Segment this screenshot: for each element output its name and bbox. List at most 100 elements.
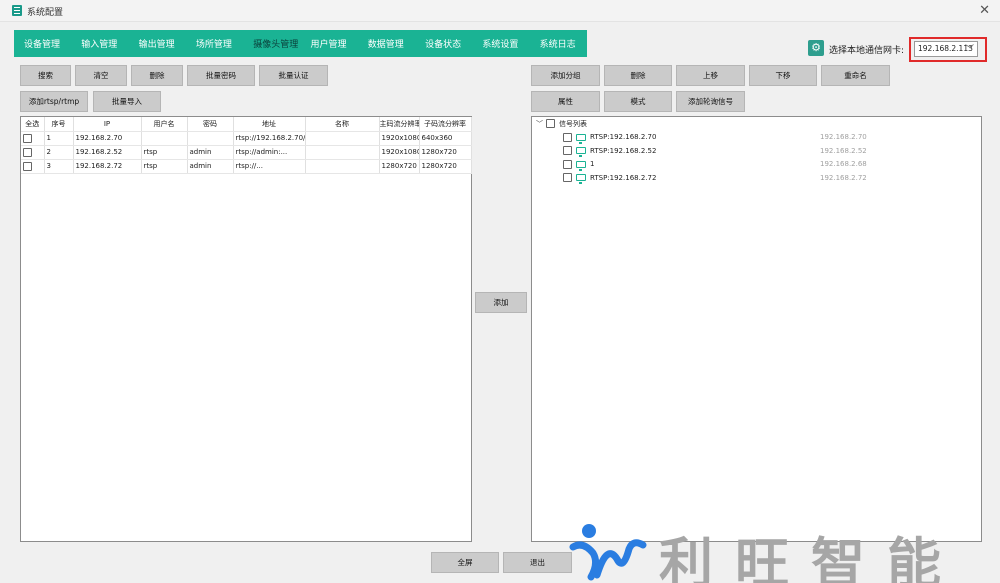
- tree-root-label: 信号列表: [559, 119, 587, 128]
- clear-button[interactable]: 清空: [75, 65, 127, 86]
- tree-item[interactable]: 1 192.168.2.68: [536, 158, 867, 172]
- row-checkbox[interactable]: [23, 161, 32, 171]
- cell-user: rtsp: [141, 159, 188, 174]
- row-checkbox[interactable]: [23, 147, 32, 157]
- chevron-down-icon: ﹀: [964, 45, 974, 55]
- app-icon: [12, 5, 22, 16]
- add-poll-signal-button[interactable]: 添加轮询信号: [676, 91, 745, 112]
- item-checkbox[interactable]: [563, 132, 572, 142]
- cell-sub-res: 1280x720: [419, 145, 472, 160]
- move-down-button[interactable]: 下移: [749, 65, 817, 86]
- cell-addr: rtsp://admin:...: [233, 145, 306, 160]
- rename-button[interactable]: 重命名: [821, 65, 890, 86]
- batch-import-button[interactable]: 批量导入: [93, 91, 161, 112]
- row-checkbox[interactable]: [23, 133, 32, 143]
- tree-item-label: 1: [590, 160, 595, 169]
- exit-button[interactable]: 退出: [503, 552, 572, 573]
- tree-item[interactable]: RTSP:192.168.2.72 192.168.2.72: [536, 171, 867, 185]
- cell-pwd: [187, 131, 234, 146]
- close-icon[interactable]: ✕: [979, 3, 990, 18]
- item-checkbox[interactable]: [563, 173, 572, 183]
- chevron-down-icon[interactable]: ﹀: [536, 119, 546, 129]
- add-group-button[interactable]: 添加分组: [531, 65, 600, 86]
- signal-tree: ﹀ 信号列表 RTSP:192.168.2.70 192.168.2.70 RT…: [536, 117, 867, 185]
- header-username: 用户名: [141, 117, 188, 132]
- monitor-icon: [576, 147, 586, 158]
- header-main-res: 主码流分辨率: [379, 117, 420, 132]
- tab-device-management[interactable]: 设备管理: [14, 37, 71, 50]
- watermark: 利旺智能: [569, 519, 994, 583]
- delete-button[interactable]: 删除: [131, 65, 183, 86]
- cell-no: 2: [44, 145, 74, 160]
- tab-data-management[interactable]: 数据管理: [358, 37, 415, 50]
- tab-venue-management[interactable]: 场所管理: [186, 37, 243, 50]
- tab-system-log[interactable]: 系统日志: [530, 37, 587, 50]
- tree-item-label: RTSP:192.168.2.70: [590, 133, 657, 142]
- tab-device-status[interactable]: 设备状态: [415, 37, 472, 50]
- monitor-icon: [576, 133, 586, 144]
- tree-item-ip: 192.168.2.52: [820, 146, 867, 155]
- search-button[interactable]: 搜索: [20, 65, 71, 86]
- tree-item-ip: 192.168.2.72: [820, 173, 867, 182]
- root-checkbox[interactable]: [546, 119, 555, 129]
- cell-no: 1: [44, 131, 74, 146]
- title-bar: 系统配置 ✕: [0, 0, 1000, 22]
- gear-icon[interactable]: ⚙: [808, 40, 824, 56]
- tab-system-settings[interactable]: 系统设置: [472, 37, 529, 50]
- nic-select[interactable]: 192.168.2.113 ﹀: [914, 41, 978, 57]
- table-row[interactable]: 1 192.168.2.70 rtsp://192.168.2.70/... 1…: [21, 131, 472, 146]
- table-row[interactable]: 2 192.168.2.52 rtsp admin rtsp://admin:.…: [21, 145, 472, 160]
- mode-button[interactable]: 模式: [604, 91, 672, 112]
- header-name: 名称: [305, 117, 380, 132]
- header-password: 密码: [187, 117, 234, 132]
- cell-ip: 192.168.2.72: [73, 159, 142, 174]
- signal-tree-panel: ﹀ 信号列表 RTSP:192.168.2.70 192.168.2.70 RT…: [531, 116, 982, 542]
- cell-name: [305, 159, 380, 174]
- move-up-button[interactable]: 上移: [676, 65, 745, 86]
- add-rtsp-button[interactable]: 添加rtsp/rtmp: [20, 91, 88, 112]
- cell-main-res: 1920x1080: [379, 131, 420, 146]
- table-row[interactable]: 3 192.168.2.72 rtsp admin rtsp://... 128…: [21, 159, 472, 174]
- brand-logo-icon: [569, 524, 647, 581]
- monitor-icon: [576, 174, 586, 185]
- header-no: 序号: [44, 117, 74, 132]
- cell-user: rtsp: [141, 145, 188, 160]
- tab-user-management[interactable]: 用户管理: [300, 37, 357, 50]
- tab-input-management[interactable]: 输入管理: [71, 37, 128, 50]
- camera-table-panel: 全选 序号 IP 用户名 密码 地址 名称 主码流分辨率 子码流分辨率 1 19…: [20, 116, 472, 542]
- properties-button[interactable]: 属性: [531, 91, 600, 112]
- delete-signal-button[interactable]: 删除: [604, 65, 672, 86]
- cell-addr: rtsp://...: [233, 159, 306, 174]
- cell-ip: 192.168.2.70: [73, 131, 142, 146]
- cell-pwd: admin: [187, 159, 234, 174]
- fullscreen-button[interactable]: 全屏: [431, 552, 499, 573]
- monitor-icon: [576, 160, 586, 171]
- tree-item-ip: 192.168.2.68: [820, 160, 867, 169]
- tab-bar: 设备管理 输入管理 输出管理 场所管理 摄像头管理 用户管理 数据管理 设备状态…: [14, 30, 587, 57]
- header-ip: IP: [73, 117, 142, 132]
- cell-pwd: admin: [187, 145, 234, 160]
- batch-password-button[interactable]: 批量密码: [187, 65, 255, 86]
- cell-main-res: 1280x720: [379, 159, 420, 174]
- item-checkbox[interactable]: [563, 146, 572, 156]
- table-header-row: 全选 序号 IP 用户名 密码 地址 名称 主码流分辨率 子码流分辨率: [21, 117, 472, 132]
- tree-root[interactable]: ﹀ 信号列表: [536, 117, 866, 131]
- watermark-text: 利旺智能: [659, 532, 963, 583]
- tree-item[interactable]: RTSP:192.168.2.52 192.168.2.52: [536, 144, 867, 158]
- batch-auth-button[interactable]: 批量认证: [259, 65, 328, 86]
- cell-sub-res: 1280x720: [419, 159, 472, 174]
- tree-item-label: RTSP:192.168.2.72: [590, 173, 657, 182]
- header-address: 地址: [233, 117, 306, 132]
- tree-item[interactable]: RTSP:192.168.2.70 192.168.2.70: [536, 131, 867, 145]
- cell-no: 3: [44, 159, 74, 174]
- header-select-all[interactable]: 全选: [21, 117, 45, 132]
- add-button[interactable]: 添加: [475, 292, 527, 313]
- cell-addr: rtsp://192.168.2.70/...: [233, 131, 306, 146]
- tab-output-management[interactable]: 输出管理: [129, 37, 186, 50]
- item-checkbox[interactable]: [563, 159, 572, 169]
- header-sub-res: 子码流分辨率: [419, 117, 472, 132]
- tab-camera-management[interactable]: 摄像头管理: [243, 37, 300, 50]
- tree-item-label: RTSP:192.168.2.52: [590, 146, 657, 155]
- tree-item-ip: 192.168.2.70: [820, 133, 867, 142]
- cell-main-res: 1920x1080: [379, 145, 420, 160]
